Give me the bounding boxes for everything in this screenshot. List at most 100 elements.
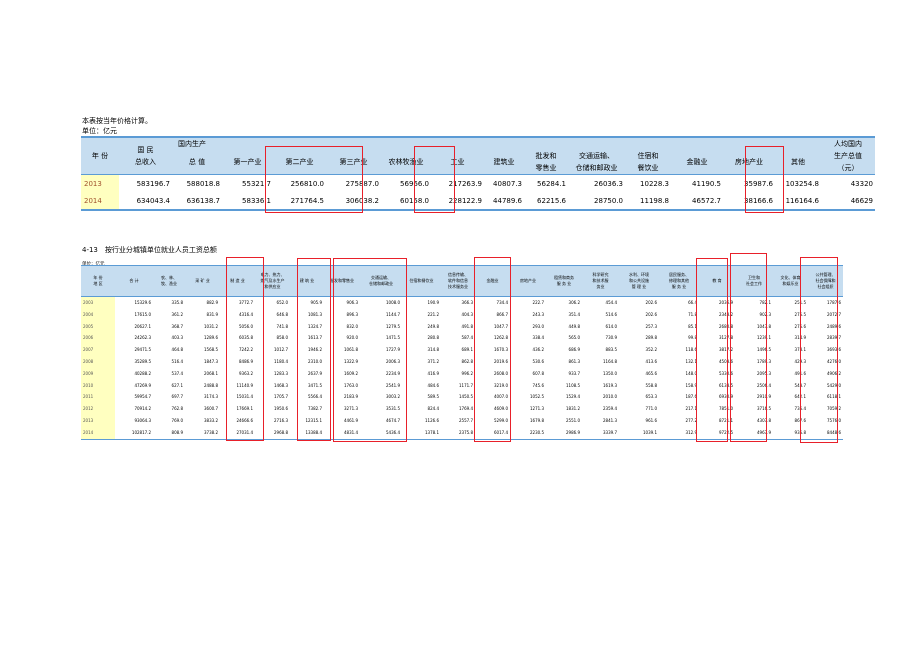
cell-value: 2375.8 [441,426,475,440]
cell-value: 1950.6 [274,406,288,412]
table-row: 2008 35289.5 516.4 1847.3 8486.9 1180.4 2310.0… [81,355,843,368]
column-header: 合 计 [115,265,153,297]
table1-note: 本表按当年价格计算。 [82,117,152,125]
cell-agri: 60158.0 [381,192,431,211]
header-gdp-top: 国内生产 [172,136,222,150]
cell-value: 3339.7 [582,426,619,440]
cell-value: 1350.0 [603,370,617,376]
cell-value: 202.6 [645,300,657,305]
cell-value: 5436.4 [360,426,402,440]
cell-value: 3003.2 [386,394,400,400]
column-header: 制 造 业 [220,265,255,297]
cell-value: 202.6 [645,311,657,317]
cell-value: 2348.2 [719,311,733,317]
cell-value: 7242.2 [239,347,253,353]
cell-value: 3219.0 [494,382,508,388]
cell-value: 8486.9 [239,358,253,364]
cell-gdp: 588018.8 [172,174,222,192]
cell-value: 449.8 [568,323,580,329]
cell-percapita: 46629 [821,192,875,211]
cell-value: 7382.7 [308,406,322,412]
cell-value: 1012.7 [274,347,288,353]
cell-year: 2013 [81,174,119,192]
cell-value: 413.6 [645,358,657,364]
cell-value: 1679.8 [530,417,544,423]
column-header: 水利、环境 和公共设施 管 理 业 [619,265,659,297]
cell-value: 6017.4 [475,426,510,440]
cell-realestate: 38166.6 [723,192,775,211]
cell-value: 361.2 [171,311,183,317]
cell-value: 1496.5 [757,347,771,353]
cell-value: 306.2 [568,300,580,305]
cell-value: 1787.6 [827,300,841,305]
table1-unit: 单位：亿元 [82,127,117,135]
cell-value: 832.0 [346,323,358,329]
header-realestate: 房地产业 [723,150,775,175]
cell-value: 1171.7 [459,382,473,388]
cell-value: 2310.0 [308,358,322,364]
cell-value: 99.8 [688,335,697,341]
cell-value: 1946.2 [308,347,322,353]
cell-value: 2839.7 [827,335,841,341]
column-header: 科学研究 和技术服 务业 [582,265,619,297]
cell-value: 8448.6 [808,426,843,440]
cell-value: 866.7 [496,311,508,317]
cell-value: 4307.8 [757,417,771,423]
cell-value: 2006.3 [386,358,400,364]
cell-value: 4831.4 [324,426,360,440]
cell-industry: 217263.9 [431,174,484,192]
cell-value: 607.8 [532,370,544,376]
header-year: 年 份 [81,136,119,175]
cell-value: 933.7 [568,370,580,376]
cell-finance: 41190.5 [671,174,723,192]
cell-value: 3600.7 [204,406,218,412]
cell-value: 996.2 [461,370,473,376]
cell-value: 1180.4 [274,358,288,364]
cell-gni: 583196.7 [119,174,172,192]
cell-value: 35289.5 [134,358,151,364]
cell-value: 861.3 [568,358,580,364]
cell-value: 1283.3 [274,370,288,376]
cell-value: 686.9 [568,347,580,353]
cell-value: 85.1 [688,323,697,329]
cell-value: 3772.7 [239,300,253,305]
cell-value: 3271.3 [344,406,358,412]
cell-value: 47269.9 [134,382,151,388]
cell-year: 2011 [81,391,115,404]
cell-value: 338.4 [532,335,544,341]
table-row: 2005 20627.1 368.7 1031.2 5056.0 741.8 1324.7 8… [81,320,843,333]
cell-value: 906.3 [346,300,358,305]
cell-value: 280.8 [427,335,439,341]
cell-value: 514.6 [605,311,617,317]
cell-value: 314.9 [794,335,806,341]
cell-value: 689.1 [461,347,473,353]
cell-value: 5566.4 [308,394,322,400]
column-header: 建 筑 业 [290,265,324,297]
cell-other: 103254.8 [775,174,821,192]
cell-value: 1322.9 [344,358,358,364]
cell-value: 558.8 [645,382,657,388]
cell-value: 1262.8 [494,335,508,341]
cell-value: 2234.9 [386,370,400,376]
cell-value: 589.5 [427,394,439,400]
column-header: 批发和零售业 [324,265,360,297]
header-other: 其他 [775,150,821,175]
cell-value: 71.8 [688,311,697,317]
cell-value: 275.5 [794,311,806,317]
cell-construction: 40807.3 [484,174,524,192]
cell-value: 7059.2 [827,406,841,412]
cell-value: 222.7 [532,300,544,305]
cell-value: 3738.2 [185,426,220,440]
cell-value: 24262.3 [134,335,151,341]
cell-value: 429.3 [794,358,806,364]
cell-value: 257.3 [645,323,657,329]
cell-value: 416.9 [427,370,439,376]
gdp-table: 年 份 国 民 总收入 国内生产 人均国内 生产总值 （元） 总 值 第一产业 … [81,136,875,211]
cell-value: 2489.6 [827,323,841,329]
cell-value: 352.2 [645,347,657,353]
cell-value: 312.9 [659,426,699,440]
cell-value: 102817.2 [115,426,153,440]
column-header: 信息传输、 软件和信息 技术服务业 [441,265,475,297]
column-header: 电力、热力、 燃气及水生产 和供应业 [255,265,290,297]
column-header: 房地产业 [510,265,546,297]
